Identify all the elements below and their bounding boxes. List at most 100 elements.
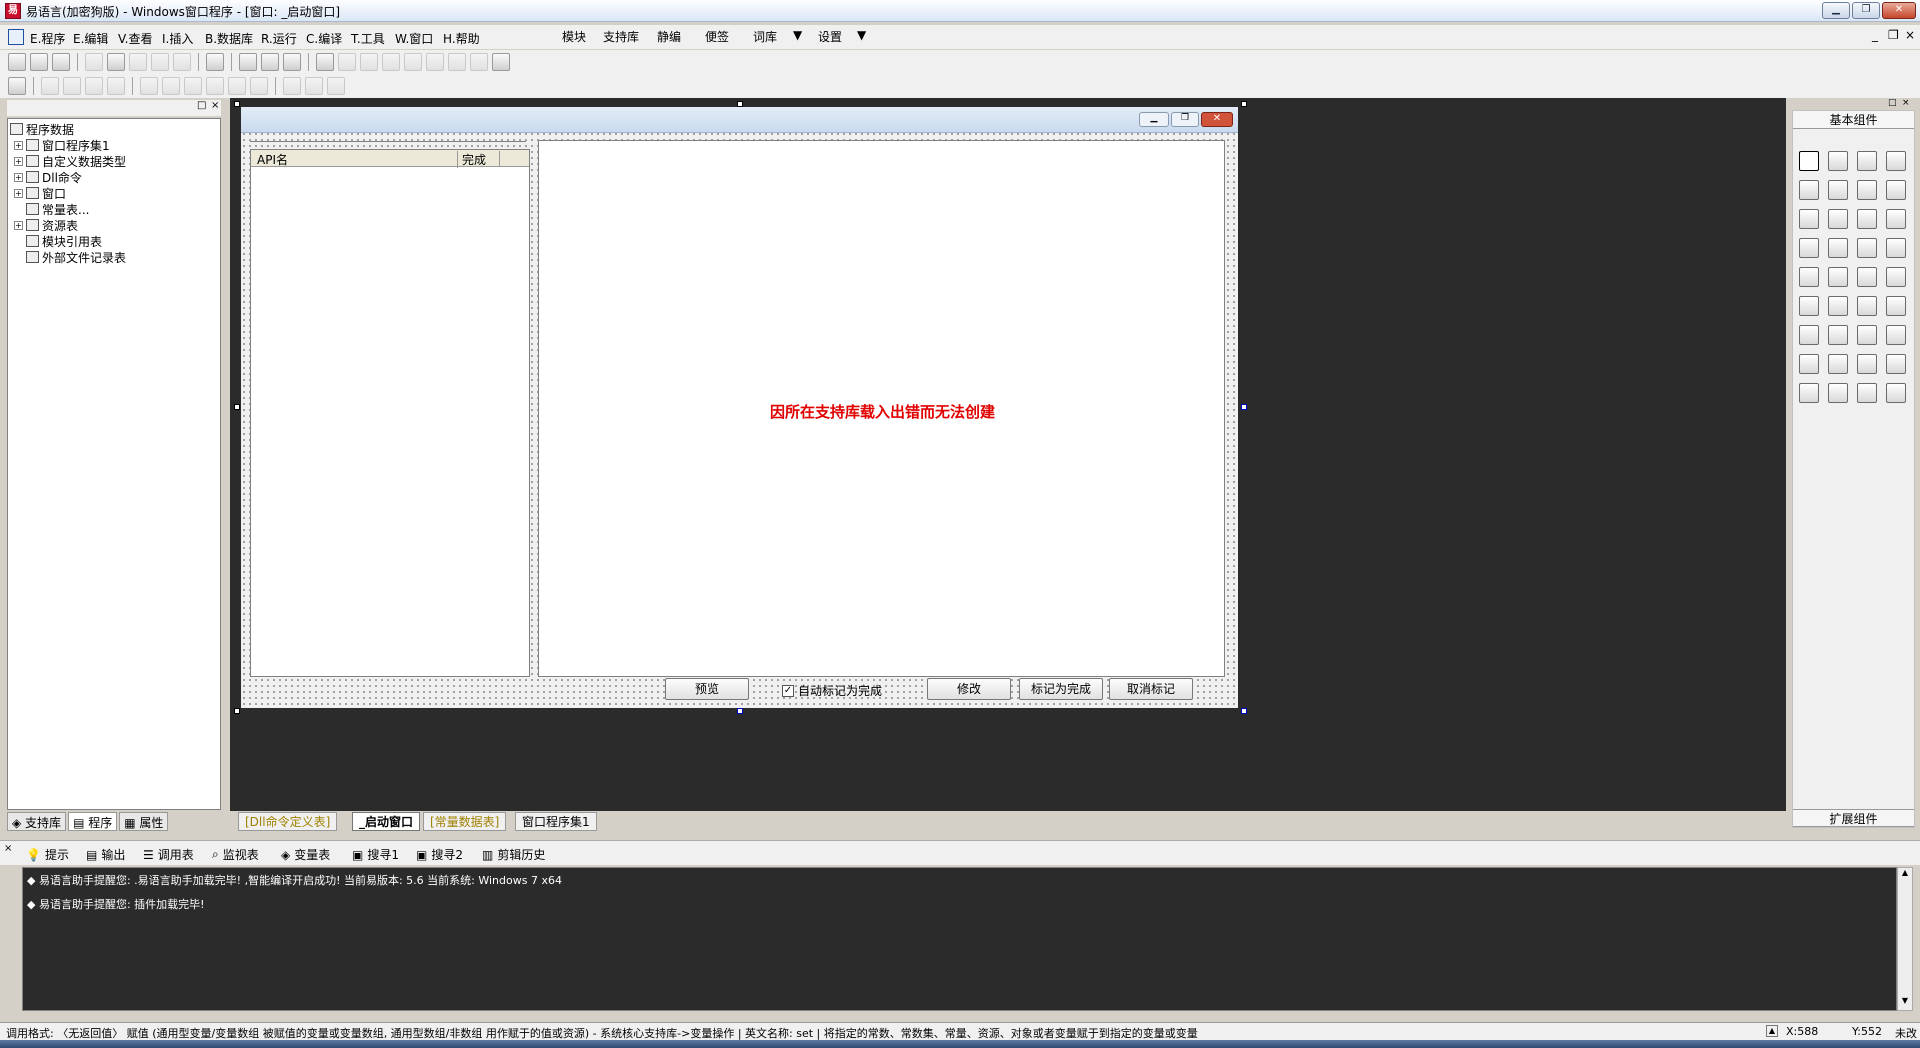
odbc-component-icon[interactable] xyxy=(1857,383,1877,403)
top-edit-box[interactable] xyxy=(250,141,526,145)
basic-components-tab[interactable]: 基本组件 xyxy=(1793,111,1914,129)
close-button[interactable]: ✕ xyxy=(1882,2,1916,19)
stop-icon[interactable] xyxy=(338,53,356,71)
slider-component-icon[interactable] xyxy=(1886,238,1906,258)
menu-compile[interactable]: C.编译 xyxy=(306,30,342,47)
expand-icon[interactable]: + xyxy=(14,140,23,150)
menu-notes[interactable]: 便签 xyxy=(705,28,729,45)
mdi-minimize-button[interactable]: _ xyxy=(1872,28,1878,42)
open-file-icon[interactable] xyxy=(30,53,48,71)
menu-settings[interactable]: 设置 xyxy=(818,28,842,45)
net-component-icon[interactable] xyxy=(1799,354,1819,374)
resize-handle[interactable] xyxy=(234,404,240,410)
tab-dll-definitions[interactable]: [Dll命令定义表] xyxy=(238,812,338,831)
tab-component-icon[interactable] xyxy=(1828,238,1848,258)
menu-program[interactable]: E.程序 xyxy=(30,30,65,47)
tab-program[interactable]: ▤ 程序 xyxy=(68,812,118,831)
tree-item-custom-type[interactable]: + 自定义数据类型 xyxy=(14,153,126,169)
data-component-icon[interactable] xyxy=(1886,383,1906,403)
text-component-icon[interactable] xyxy=(1857,180,1877,200)
output-close-icon[interactable]: × xyxy=(4,843,12,854)
frame-component-icon[interactable] xyxy=(1828,180,1848,200)
clock-component-icon[interactable] xyxy=(1799,325,1819,345)
run-to-cursor-icon[interactable] xyxy=(448,53,466,71)
resize-handle[interactable] xyxy=(737,101,743,107)
mdi-restore-button[interactable]: ❐ xyxy=(1888,28,1899,42)
picture-component-icon[interactable] xyxy=(1857,151,1877,171)
chart-component-icon[interactable] xyxy=(1828,383,1848,403)
tab-support-lib[interactable]: ◈ 支持库 xyxy=(7,812,67,831)
same-width-icon[interactable] xyxy=(140,77,158,95)
tree-item-external-files[interactable]: 外部文件记录表 xyxy=(26,249,126,265)
tab-call-stack[interactable]: ☰ 调用表 xyxy=(143,846,194,863)
tree-item-resources[interactable]: + 资源表 xyxy=(14,217,78,233)
hand-icon[interactable] xyxy=(470,53,488,71)
checkbox-checked-icon[interactable]: ✓ xyxy=(782,684,794,697)
progress-component-icon[interactable] xyxy=(1799,267,1819,287)
tree-item-window[interactable]: + 窗口 xyxy=(14,185,66,201)
settings-dropdown-icon[interactable]: ▼ xyxy=(857,28,866,42)
unmark-button[interactable]: 取消标记 xyxy=(1109,678,1193,700)
align-left-icon[interactable] xyxy=(41,77,59,95)
center-both-icon[interactable] xyxy=(327,77,345,95)
space-v-icon[interactable] xyxy=(250,77,268,95)
tree-root[interactable]: 程序数据 xyxy=(10,121,74,137)
client-component-icon[interactable] xyxy=(1828,354,1848,374)
table-component-icon[interactable] xyxy=(1886,354,1906,374)
list-component-icon[interactable] xyxy=(1799,296,1819,316)
combo-component-icon[interactable] xyxy=(1886,209,1906,229)
tree-item-constants[interactable]: 常量表... xyxy=(26,201,89,217)
date-component-icon[interactable] xyxy=(1857,267,1877,287)
tab-search1[interactable]: ▣ 搜寻1 xyxy=(352,846,399,863)
grid-icon[interactable] xyxy=(8,77,26,95)
menu-insert[interactable]: I.插入 xyxy=(162,30,193,47)
copy-icon[interactable] xyxy=(107,53,125,71)
expand-icon[interactable]: + xyxy=(14,220,23,230)
layout-3-icon[interactable] xyxy=(283,53,301,71)
tab-output[interactable]: ▤ 输出 xyxy=(86,846,125,863)
tree-item-window-program-set[interactable]: + 窗口程序集1 xyxy=(14,137,110,153)
restore-button[interactable]: ❐ xyxy=(1852,2,1880,19)
edit-component-icon[interactable] xyxy=(1799,180,1819,200)
find-icon[interactable] xyxy=(206,53,224,71)
tab-constants[interactable]: [常量数据表] xyxy=(423,812,507,831)
step-into-icon[interactable] xyxy=(382,53,400,71)
panel-close-icon[interactable]: × xyxy=(211,100,219,111)
align-bottom-icon[interactable] xyxy=(107,77,125,95)
step-out-icon[interactable] xyxy=(426,53,444,71)
line-component-icon[interactable] xyxy=(1886,180,1906,200)
center-horizontal-icon[interactable] xyxy=(283,77,301,95)
redo-icon[interactable] xyxy=(151,53,169,71)
run-icon[interactable] xyxy=(316,53,334,71)
preview-button[interactable]: 预览 xyxy=(665,678,749,700)
align-top-icon[interactable] xyxy=(85,77,103,95)
tab-properties[interactable]: ▦ 属性 xyxy=(119,812,169,831)
timer-component-icon[interactable] xyxy=(1828,267,1848,287)
api-list[interactable]: API名 完成 xyxy=(250,149,530,677)
center-vertical-icon[interactable] xyxy=(305,77,323,95)
paste-icon[interactable] xyxy=(129,53,147,71)
pointer-component-icon[interactable] xyxy=(1799,151,1819,171)
resize-handle[interactable] xyxy=(234,708,240,714)
menu-run[interactable]: R.运行 xyxy=(261,30,297,47)
output-panel[interactable]: ◆ 易语言助手提醒您: .易语言助手加载完毕! ,智能编译开启成功! 当前易版本… xyxy=(22,867,1897,1011)
preview-box[interactable]: 因所在支持库载入出错而无法创建 xyxy=(538,140,1225,677)
thesaurus-dropdown-icon[interactable]: ▼ xyxy=(793,28,802,42)
grid-component-icon[interactable] xyxy=(1799,238,1819,258)
expand-icon[interactable]: + xyxy=(14,188,23,198)
auto-mark-checkbox[interactable]: ✓ 自动标记为完成 xyxy=(782,682,882,699)
menu-thesaurus[interactable]: 词库 xyxy=(753,28,777,45)
scroll-component-icon[interactable] xyxy=(1857,238,1877,258)
tool-component-icon[interactable] xyxy=(1857,296,1877,316)
listbox-component-icon[interactable] xyxy=(1857,209,1877,229)
tab-variables[interactable]: ◈ 变量表 xyxy=(281,846,330,863)
resize-handle[interactable] xyxy=(1241,708,1247,714)
menu-edit[interactable]: E.编辑 xyxy=(73,30,108,47)
server-component-icon[interactable] xyxy=(1857,354,1877,374)
print-component-icon[interactable] xyxy=(1828,325,1848,345)
panel-close-icon[interactable]: × xyxy=(1902,98,1910,108)
same-height-icon[interactable] xyxy=(162,77,180,95)
menu-view[interactable]: V.查看 xyxy=(118,30,152,47)
status-component-icon[interactable] xyxy=(1828,296,1848,316)
menu-module[interactable]: 模块 xyxy=(562,28,586,45)
